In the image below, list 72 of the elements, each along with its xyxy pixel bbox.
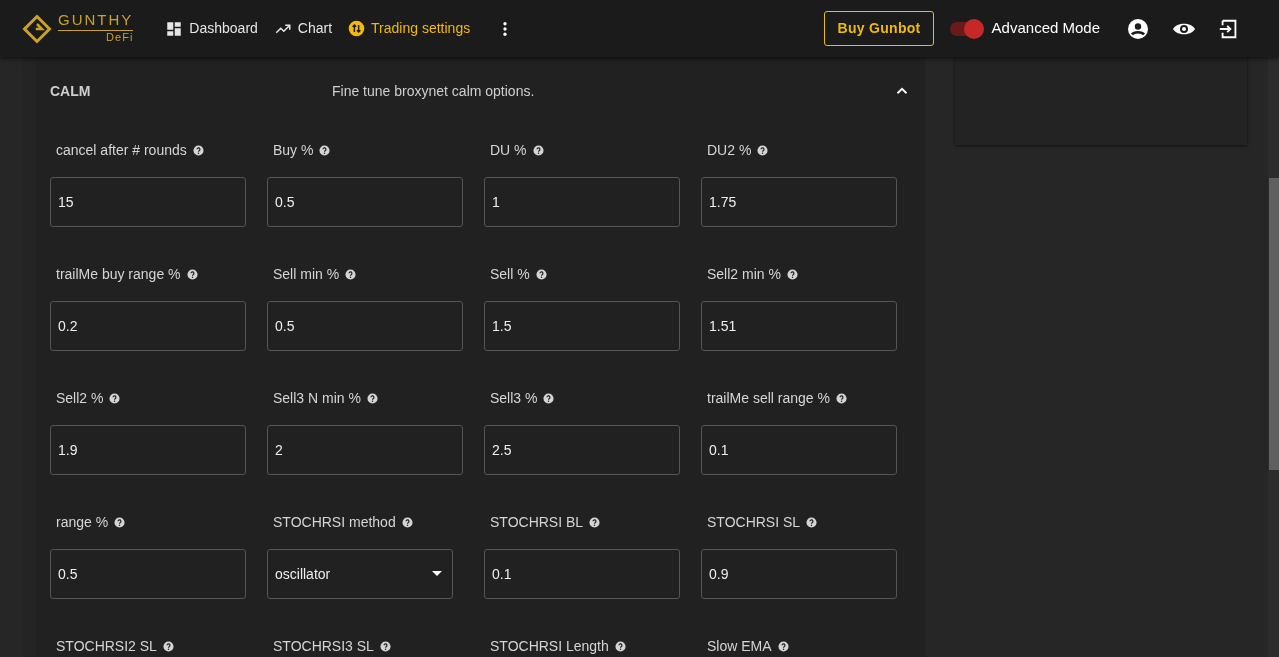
help-icon[interactable] xyxy=(401,516,413,528)
select-field[interactable]: oscillator xyxy=(267,549,453,599)
nav-link[interactable]: Trading settings xyxy=(342,14,477,43)
input-field[interactable]: 0.2 xyxy=(50,301,246,351)
account-icon[interactable] xyxy=(1126,16,1150,41)
input-field[interactable]: 0.1 xyxy=(701,425,897,475)
field-label: Sell3 % xyxy=(490,388,538,408)
help-icon[interactable] xyxy=(757,144,769,156)
section-description: Fine tune broxynet calm options. xyxy=(332,81,536,101)
field-label: STOCHRSI SL xyxy=(707,512,801,532)
help-icon[interactable] xyxy=(835,392,847,404)
input-field[interactable]: 0.1 xyxy=(484,549,680,599)
field-label: cancel after # rounds xyxy=(56,140,187,160)
field-label: STOCHRSI method xyxy=(273,512,396,532)
help-icon[interactable] xyxy=(345,268,357,280)
help-icon[interactable] xyxy=(379,640,391,652)
brand-subtitle: DeFi xyxy=(105,31,134,45)
field-label: STOCHRSI2 SL xyxy=(56,636,157,656)
buy-button[interactable]: Buy Gunbot xyxy=(824,11,934,46)
field-label: Slow EMA xyxy=(707,636,772,656)
help-icon[interactable] xyxy=(109,392,121,404)
input-field[interactable]: 1.5 xyxy=(484,301,680,351)
brand-name: GUNTHY xyxy=(58,12,134,32)
help-icon[interactable] xyxy=(162,640,174,652)
input-field[interactable]: 1.51 xyxy=(701,301,897,351)
input-field[interactable]: 1.75 xyxy=(701,177,897,227)
help-icon[interactable] xyxy=(366,392,378,404)
help-icon[interactable] xyxy=(319,144,331,156)
field-label: STOCHRSI3 SL xyxy=(273,636,374,656)
help-icon[interactable] xyxy=(192,144,204,156)
exchange-icon xyxy=(348,20,366,37)
help-icon[interactable] xyxy=(614,640,626,652)
help-icon[interactable] xyxy=(532,144,544,156)
dashboard-icon xyxy=(165,19,184,38)
field-label: STOCHRSI BL xyxy=(490,512,584,532)
field-label: Buy % xyxy=(273,140,314,160)
scrollbar-thumb[interactable] xyxy=(1269,178,1279,470)
input-field[interactable]: 0.5 xyxy=(267,177,463,227)
help-icon[interactable] xyxy=(806,516,818,528)
help-icon[interactable] xyxy=(186,268,198,280)
field-label: trailMe sell range % xyxy=(707,388,830,408)
nav-link[interactable]: Chart xyxy=(267,14,339,43)
help-icon[interactable] xyxy=(589,516,601,528)
nav-link[interactable]: Dashboard xyxy=(159,14,264,43)
input-field[interactable]: 1 xyxy=(484,177,680,227)
field-label: trailMe buy range % xyxy=(56,264,181,284)
input-field[interactable]: 0.5 xyxy=(50,549,246,599)
help-icon[interactable] xyxy=(114,516,126,528)
input-field[interactable]: 0.9 xyxy=(701,549,897,599)
input-field[interactable]: 2 xyxy=(267,425,463,475)
help-icon[interactable] xyxy=(535,268,547,280)
help-icon[interactable] xyxy=(786,268,798,280)
field-label: STOCHRSI Length xyxy=(490,636,609,656)
input-field[interactable]: 0.5 xyxy=(267,301,463,351)
input-field[interactable]: 1.9 xyxy=(50,425,246,475)
input-field[interactable]: 15 xyxy=(50,177,246,227)
field-label: Sell3 N min % xyxy=(273,388,361,408)
field-label: range % xyxy=(56,512,109,532)
advanced-mode-switch[interactable] xyxy=(949,18,984,39)
field-label: DU2 % xyxy=(707,140,752,160)
dropdown-caret-icon xyxy=(432,571,442,577)
field-label: DU % xyxy=(490,140,527,160)
diamond-logo-icon xyxy=(22,13,52,44)
field-label: Sell min % xyxy=(273,264,340,284)
help-icon[interactable] xyxy=(543,392,555,404)
section-title: CALM xyxy=(50,81,92,101)
input-field[interactable]: 2.5 xyxy=(484,425,680,475)
field-label: Sell2 % xyxy=(56,388,104,408)
field-label: Sell2 min % xyxy=(707,264,781,284)
field-label: Sell % xyxy=(490,264,530,284)
help-icon[interactable] xyxy=(777,640,789,652)
advanced-mode-label: Advanced Mode xyxy=(991,18,1100,39)
